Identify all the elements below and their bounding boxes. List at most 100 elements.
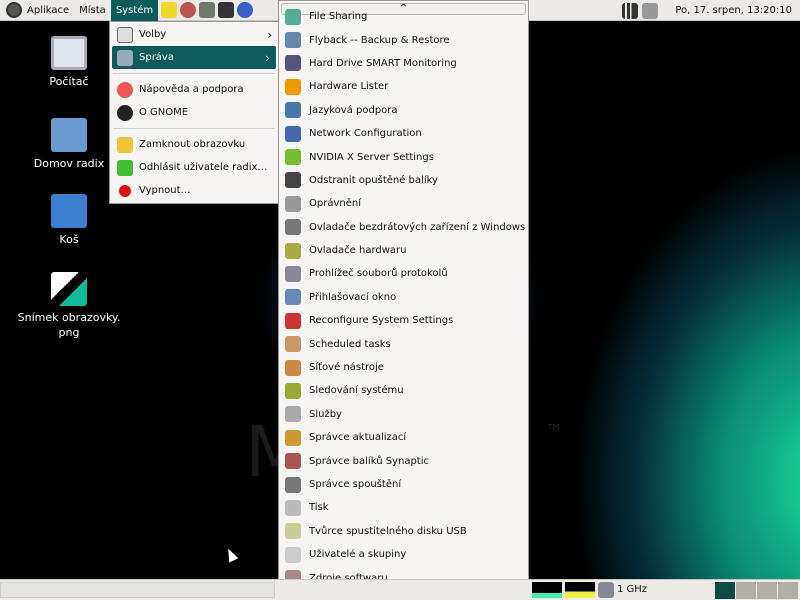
workspace-2[interactable] bbox=[736, 582, 756, 599]
menu-item-label: Správa bbox=[139, 52, 174, 63]
submenu-item[interactable]: Oprávnění bbox=[279, 192, 528, 215]
desktop-icon-label: Domov radix bbox=[33, 157, 105, 170]
submenu-item-label: Správce spouštění bbox=[309, 479, 402, 490]
submenu-item[interactable]: Reconfigure System Settings bbox=[279, 309, 528, 332]
admin-tool-icon bbox=[285, 55, 301, 72]
submenu-item-label: Tisk bbox=[309, 502, 329, 514]
chevron-right-icon: › bbox=[267, 27, 272, 42]
desktop-icon-screenshot[interactable]: Snímek obrazovky. png bbox=[9, 272, 129, 340]
menu-item-label: Vypnout… bbox=[139, 185, 191, 196]
browser-icon[interactable] bbox=[237, 2, 254, 18]
submenu-item[interactable]: Správce aktualizací bbox=[279, 426, 528, 449]
menu-system[interactable]: Systém bbox=[110, 0, 159, 21]
submenu-item[interactable]: Ovladače hardwaru bbox=[279, 239, 528, 262]
menu-item-about-gnome[interactable]: O GNOME bbox=[110, 101, 278, 124]
calculator-icon[interactable] bbox=[199, 2, 216, 18]
menu-item-preferences[interactable]: Volby › bbox=[110, 23, 278, 46]
distro-logo-icon[interactable] bbox=[6, 2, 22, 18]
admin-tool-icon bbox=[285, 406, 301, 423]
admin-tool-icon bbox=[285, 265, 301, 282]
submenu-item-label: Prohlížeč souborů protokolů bbox=[309, 268, 448, 280]
submenu-item-label: Odstranit opuštěné balíky bbox=[309, 174, 438, 186]
submenu-item[interactable]: Sledování systému bbox=[279, 379, 528, 402]
admin-tool-icon bbox=[285, 8, 301, 25]
submenu-item[interactable]: Scheduled tasks bbox=[279, 332, 528, 355]
submenu-item[interactable]: NVIDIA X Server Settings bbox=[279, 145, 528, 168]
text-editor-icon[interactable] bbox=[161, 2, 178, 18]
submenu-item-label: Ovladače bezdrátových zařízení z Windows bbox=[309, 221, 526, 233]
admin-tool-icon bbox=[285, 125, 301, 142]
submenu-item[interactable]: Hardware Lister bbox=[279, 75, 528, 98]
submenu-item[interactable]: Hard Drive SMART Monitoring bbox=[279, 52, 528, 75]
admin-tool-icon bbox=[285, 523, 301, 540]
submenu-item[interactable]: Správce spouštění bbox=[279, 473, 528, 496]
desktop-icon-home[interactable]: Domov radix bbox=[19, 118, 119, 171]
submenu-item[interactable]: Síťové nástroje bbox=[279, 356, 528, 379]
system-menu: Volby › Správa › Nápověda a podpora O GNOM… bbox=[109, 21, 279, 204]
submenu-item-label: Přihlašovací okno bbox=[309, 291, 397, 303]
submenu-item-label: Network Configuration bbox=[309, 128, 422, 140]
submenu-item[interactable]: Uživatelé a skupiny bbox=[279, 543, 528, 566]
admin-tool-icon bbox=[285, 195, 301, 212]
network-monitor-graph[interactable] bbox=[532, 582, 562, 598]
workspace-1[interactable] bbox=[715, 582, 735, 599]
admin-tool-icon bbox=[285, 359, 301, 376]
submenu-item[interactable]: Prohlížeč souborů protokolů bbox=[279, 262, 528, 285]
admin-tool-icon bbox=[285, 219, 301, 236]
submenu-item[interactable]: Služby bbox=[279, 403, 528, 426]
gnome-foot-icon bbox=[117, 104, 133, 121]
submenu-item[interactable]: Ovladače bezdrátových zařízení z Windows bbox=[279, 216, 528, 239]
admin-tool-icon bbox=[285, 149, 301, 166]
admin-tool-icon bbox=[285, 312, 301, 329]
submenu-item-label: Tvůrce spustitelného disku USB bbox=[309, 525, 467, 537]
submenu-item-label: Správce balíků Synaptic bbox=[309, 455, 429, 467]
workspace-4[interactable] bbox=[778, 582, 798, 599]
volume-icon[interactable] bbox=[642, 3, 658, 19]
submenu-item[interactable]: Přihlašovací okno bbox=[279, 286, 528, 309]
bottom-panel: 1 GHz bbox=[0, 579, 800, 600]
clock[interactable]: Po, 17. srpen, 13:20:10 bbox=[675, 0, 792, 21]
desktop-icon-computer[interactable]: Počítač bbox=[19, 36, 119, 89]
submenu-item[interactable]: Správce balíků Synaptic bbox=[279, 449, 528, 472]
cpu-monitor-graph[interactable] bbox=[565, 582, 595, 598]
administration-submenu: ^ File Sharing Flyback -- Backup & Restor… bbox=[278, 0, 529, 600]
cpu-frequency[interactable]: 1 GHz bbox=[617, 584, 647, 595]
admin-tool-icon bbox=[285, 453, 301, 470]
submenu-item[interactable]: Flyback -- Backup & Restore bbox=[279, 28, 528, 51]
menu-item-lock-screen[interactable]: Zamknout obrazovku bbox=[110, 133, 278, 156]
menu-applications[interactable]: Aplikace bbox=[22, 0, 74, 21]
synaptic-icon[interactable] bbox=[180, 2, 197, 18]
taskbar-area[interactable] bbox=[0, 582, 275, 598]
menu-item-label: Zamknout obrazovku bbox=[139, 139, 246, 150]
submenu-item-label: Flyback -- Backup & Restore bbox=[309, 34, 450, 46]
submenu-item[interactable]: Tvůrce spustitelného disku USB bbox=[279, 520, 528, 543]
menu-item-label: Nápověda a podpora bbox=[139, 84, 244, 95]
terminal-icon[interactable] bbox=[218, 2, 235, 18]
desktop-icon-label: Koš bbox=[59, 233, 79, 246]
menu-item-logout[interactable]: Odhlásit uživatele radix… bbox=[110, 156, 278, 179]
submenu-item-label: Služby bbox=[309, 408, 342, 420]
shutdown-icon bbox=[119, 184, 131, 197]
submenu-item-label: Ovladače hardwaru bbox=[309, 245, 407, 257]
admin-tool-icon bbox=[285, 172, 301, 189]
menu-places[interactable]: Místa bbox=[74, 0, 111, 21]
workspace-3[interactable] bbox=[757, 582, 777, 599]
admin-tool-icon bbox=[285, 32, 301, 49]
admin-tool-icon bbox=[285, 429, 301, 446]
submenu-item[interactable]: Jazyková podpora bbox=[279, 99, 528, 122]
submenu-item[interactable]: Tisk bbox=[279, 496, 528, 519]
admin-tool-icon bbox=[285, 382, 301, 399]
menu-item-administration[interactable]: Správa › bbox=[112, 46, 276, 69]
desktop-icon-label: Počítač bbox=[49, 75, 89, 88]
menu-item-help[interactable]: Nápověda a podpora bbox=[110, 78, 278, 101]
submenu-item[interactable]: Network Configuration bbox=[279, 122, 528, 145]
chevron-right-icon: › bbox=[265, 50, 270, 65]
lock-screen-icon bbox=[117, 136, 133, 153]
submenu-item-label: File Sharing bbox=[309, 11, 368, 23]
submenu-item-label: Hard Drive SMART Monitoring bbox=[309, 57, 457, 69]
menu-item-shutdown[interactable]: Vypnout… bbox=[110, 179, 278, 202]
wallpaper-tm: ™ bbox=[545, 421, 563, 442]
submenu-item[interactable]: Odstranit opuštěné balíky bbox=[279, 169, 528, 192]
network-signal-icon[interactable] bbox=[622, 3, 638, 19]
desktop-icon-trash[interactable]: Koš bbox=[19, 194, 119, 247]
